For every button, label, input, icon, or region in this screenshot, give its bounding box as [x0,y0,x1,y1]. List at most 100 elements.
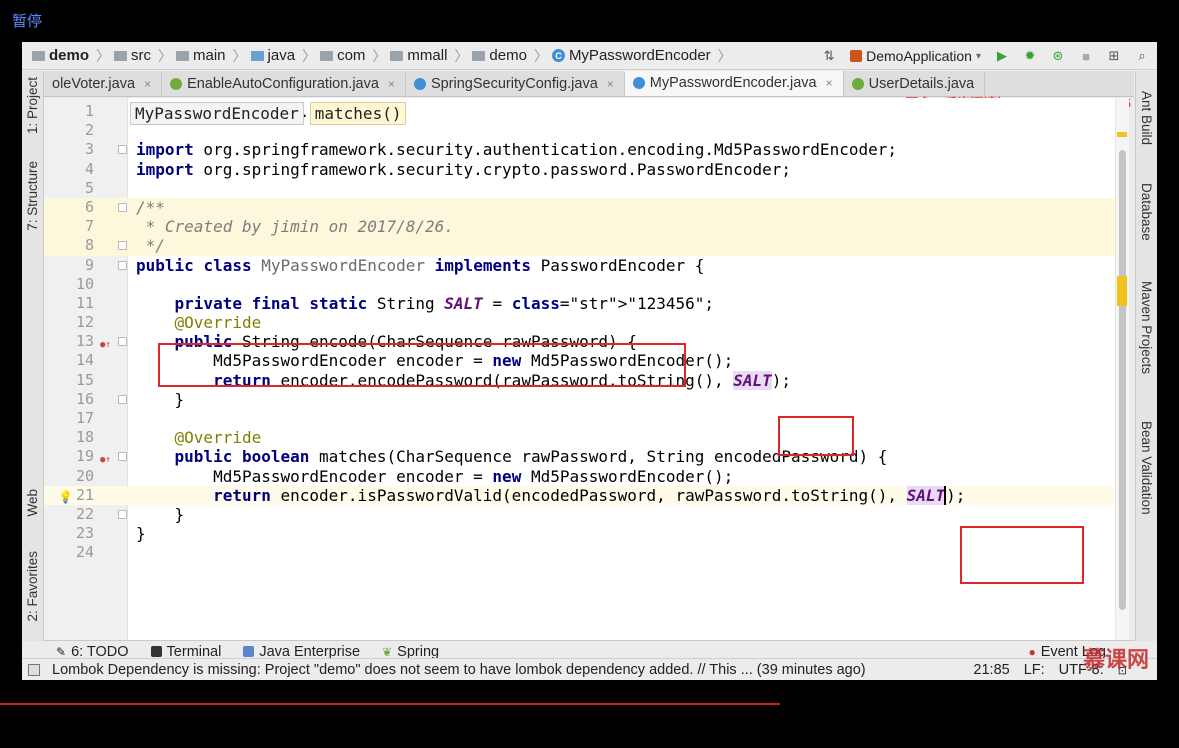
line-separator[interactable]: LF: [1024,662,1045,678]
code-editor[interactable]: MyPasswordEncoder matches() 1package com… [44,98,1129,640]
code-text[interactable]: public String encode(CharSequence rawPas… [136,332,637,351]
code-line[interactable]: 23} [44,524,1129,543]
fold-toggle-icon[interactable] [118,241,127,251]
navigation-bar: demo 〉 src 〉 main 〉 java 〉 com 〉 mmall 〉 demo 〉… [22,42,1157,70]
tool-bean-validation[interactable]: Bean Validation [1139,421,1154,515]
tool-web[interactable]: Web [25,489,40,517]
close-icon[interactable]: × [826,76,833,90]
code-line[interactable]: 9 public class MyPasswordEncoder implemen… [44,256,1129,275]
code-line[interactable]: 6 /** [44,197,1129,218]
code-text[interactable]: import org.springframework.security.auth… [136,140,897,159]
code-text[interactable]: /** [136,198,165,217]
error-stripe-marker[interactable] [1117,132,1127,137]
breadcrumb-demo-package[interactable]: demo 〉 [472,46,548,66]
close-icon[interactable]: × [388,77,395,91]
status-message[interactable]: Lombok Dependency is missing: Project "d… [52,662,866,678]
code-line[interactable]: 14 Md5PasswordEncoder encoder = new Md5P… [44,351,1129,370]
code-line[interactable]: 5 [44,179,1129,198]
code-text[interactable]: } [136,390,185,409]
code-line[interactable]: 17 [44,409,1129,428]
sort-icon[interactable]: ⇅ [822,48,836,63]
tab-enable-auto-configuration[interactable]: EnableAutoConfiguration.java × [162,72,406,96]
code-line[interactable]: 18 @Override [44,428,1129,447]
code-line[interactable]: 22 } [44,505,1129,524]
code-line[interactable]: 16 } [44,390,1129,409]
code-text[interactable]: @Override [136,313,262,332]
code-line[interactable]: 15 return encoder.encodePassword(rawPass… [44,370,1129,390]
tool-structure[interactable]: 7: Structure [25,161,40,231]
editor-crumb-method[interactable]: matches() [309,102,407,125]
fold-toggle-icon[interactable] [118,202,127,212]
code-line[interactable]: 13 ●↑ public String encode(CharSequence r… [44,332,1129,351]
code-text[interactable]: @Override [136,428,262,447]
code-text[interactable]: } [136,524,146,543]
fold-toggle-icon[interactable] [118,337,127,347]
fold-toggle-icon[interactable] [118,260,127,270]
close-icon[interactable]: × [144,77,151,91]
code-line[interactable]: 24 [44,543,1129,562]
tool-maven-projects[interactable]: Maven Projects [1139,281,1154,374]
tab-label: SpringSecurityConfig.java [430,76,598,92]
tab-my-password-encoder[interactable]: MyPasswordEncoder.java × [624,71,844,96]
code-text[interactable]: import org.springframework.security.cryp… [136,160,791,179]
tab-role-voter[interactable]: oleVoter.java × [44,72,163,96]
code-text[interactable]: public boolean matches(CharSequence rawP… [136,447,888,466]
code-line[interactable]: 8 */ [44,236,1129,256]
warning-stripe-marker[interactable] [1117,276,1127,306]
code-text[interactable]: private final static String SALT = class… [136,294,714,313]
breadcrumb-mmall[interactable]: mmall 〉 [390,46,468,66]
run-icon[interactable]: ▶ [995,48,1009,63]
code-line[interactable]: 10 [44,275,1129,294]
project-structure-icon[interactable]: ⊞ [1107,48,1121,63]
code-text[interactable]: return encoder.isPasswordValid(encodedPa… [136,485,965,505]
code-text[interactable]: */ [136,236,165,255]
caret-position[interactable]: 21:85 [973,662,1009,678]
line-number: 4 [84,159,94,178]
video-progress-bar[interactable] [0,703,780,705]
code-text[interactable]: * Created by jimin on 2017/8/26. [136,217,454,236]
code-line[interactable]: 11 private final static String SALT = cl… [44,294,1129,313]
fold-toggle-icon[interactable] [118,394,127,404]
code-line[interactable]: 7 * Created by jimin on 2017/8/26. [44,217,1129,237]
code-text[interactable]: public class MyPasswordEncoder implement… [136,256,704,275]
tool-project[interactable]: 1: Project [25,77,40,134]
breadcrumb-src[interactable]: src 〉 [114,46,172,66]
tool-windows-icon[interactable] [28,663,40,676]
fold-toggle-icon[interactable] [118,145,127,155]
coverage-icon[interactable]: ⊛ [1051,48,1065,63]
tool-database[interactable]: Database [1139,183,1154,241]
tab-spring-security-config[interactable]: SpringSecurityConfig.java × [406,72,625,96]
stop-icon[interactable]: ■ [1079,49,1093,64]
search-icon[interactable]: ⌕ [1135,48,1149,63]
interface-icon [851,78,864,90]
run-config-dropdown[interactable]: DemoApplication ▾ [850,48,981,64]
code-line[interactable]: 3 import org.springframework.security.aut… [44,140,1129,159]
code-text[interactable]: Md5PasswordEncoder encoder = new Md5Pass… [136,351,733,370]
editor-crumb-class[interactable]: MyPasswordEncoder [130,102,304,125]
line-number: 17 [75,409,94,427]
breadcrumb-class[interactable]: C MyPasswordEncoder 〉 [551,46,732,66]
tab-label: MyPasswordEncoder.java [649,75,817,91]
breadcrumb-demo[interactable]: demo 〉 [32,46,110,66]
tool-ant-build[interactable]: Ant Build [1139,91,1154,145]
breadcrumb-main[interactable]: main 〉 [176,46,247,66]
fold-toggle-icon[interactable] [118,452,127,462]
breadcrumb-java[interactable]: java 〉 [250,46,316,66]
code-line[interactable]: 19 ●↑ public boolean matches(CharSequence… [44,447,1129,466]
code-line[interactable]: 4 import org.springframework.security.cry… [44,160,1129,179]
code-line[interactable]: 21 💡 return encoder.isPasswordValid(encod… [44,485,1129,505]
scrollbar-thumb[interactable] [1119,150,1126,610]
close-icon[interactable]: × [607,77,614,91]
code-line[interactable]: 20 Md5PasswordEncoder encoder = new Md5P… [44,467,1129,486]
folder-icon [32,50,45,61]
breadcrumb-com[interactable]: com 〉 [320,46,386,66]
tool-favorites[interactable]: 2: Favorites [25,551,40,622]
code-text[interactable]: } [136,505,185,524]
line-number: 1 [84,102,94,120]
code-text[interactable]: Md5PasswordEncoder encoder = new Md5Pass… [136,467,733,486]
code-text[interactable]: return encoder.encodePassword(rawPasswor… [136,370,791,390]
fold-toggle-icon[interactable] [118,509,127,519]
editor-scrollbar[interactable] [1115,98,1129,640]
debug-icon[interactable]: ✹ [1023,48,1037,63]
code-line[interactable]: 12 @Override [44,313,1129,332]
